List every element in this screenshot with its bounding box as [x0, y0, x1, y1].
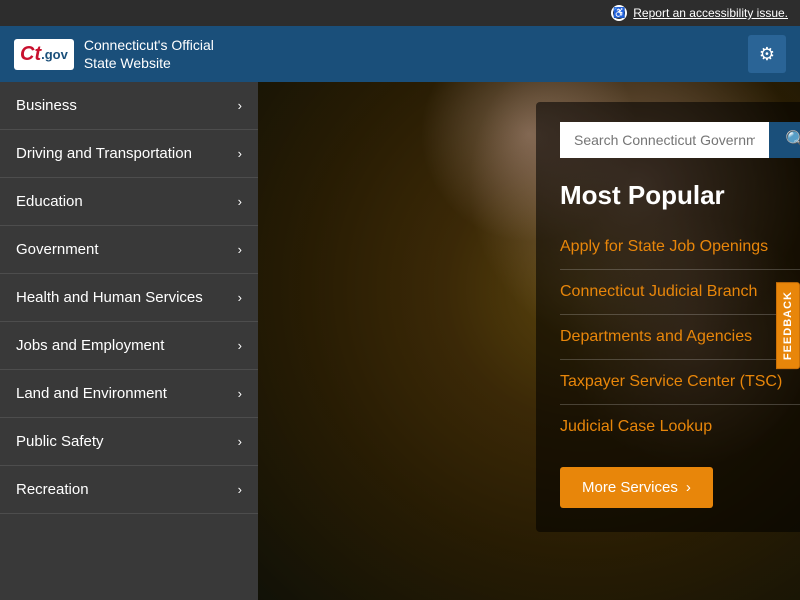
search-button[interactable]: 🔍	[769, 122, 800, 158]
ct-gov-logo[interactable]: Ct.gov	[14, 39, 74, 70]
chevron-right-icon: ›	[238, 98, 242, 113]
content-card: 🔍 Most Popular Apply for State Job Openi…	[536, 102, 800, 532]
site-header: Ct.gov Connecticut's Official State Webs…	[0, 26, 800, 82]
logo-ct-text: Ct	[20, 43, 41, 66]
sidebar-item-recreation[interactable]: Recreation ›	[0, 466, 258, 514]
popular-item-label: Connecticut Judicial Branch	[560, 283, 757, 301]
hero-background: 🔍 Most Popular Apply for State Job Openi…	[258, 82, 800, 600]
nav-item-label: Public Safety	[16, 432, 230, 452]
nav-item-label: Health and Human Services	[16, 288, 230, 308]
logo-gov-text: .gov	[41, 47, 68, 62]
sidebar-item-health[interactable]: Health and Human Services ›	[0, 274, 258, 322]
logo-area: Ct.gov Connecticut's Official State Webs…	[14, 36, 214, 72]
sidebar-item-business[interactable]: Business ›	[0, 82, 258, 130]
accessibility-bar: ♿ Report an accessibility issue.	[0, 0, 800, 26]
chevron-right-icon: ›	[238, 146, 242, 161]
popular-items-list: Apply for State Job Openings › Connectic…	[560, 225, 800, 449]
nav-item-label: Government	[16, 240, 230, 260]
accessibility-icon: ♿	[611, 5, 627, 21]
popular-item-label: Taxpayer Service Center (TSC)	[560, 373, 782, 391]
chevron-right-icon: ›	[238, 338, 242, 353]
right-panel: 🔍 Most Popular Apply for State Job Openi…	[258, 82, 800, 600]
nav-item-label: Education	[16, 192, 230, 212]
search-input[interactable]	[560, 122, 769, 158]
popular-item-taxpayer-link[interactable]: Taxpayer Service Center (TSC) ›	[560, 360, 800, 405]
accessibility-link[interactable]: Report an accessibility issue.	[633, 6, 788, 20]
search-row: 🔍	[560, 122, 800, 158]
popular-item-label: Judicial Case Lookup	[560, 418, 712, 436]
nav-item-label: Driving and Transportation	[16, 144, 230, 164]
popular-item-label: Apply for State Job Openings	[560, 238, 768, 256]
popular-item-judicial-link[interactable]: Connecticut Judicial Branch ›	[560, 270, 800, 315]
sidebar-item-government[interactable]: Government ›	[0, 226, 258, 274]
chevron-right-icon: ›	[238, 434, 242, 449]
nav-item-label: Jobs and Employment	[16, 336, 230, 356]
feedback-tab[interactable]: FEEDBACK	[776, 282, 800, 369]
sidebar-item-jobs[interactable]: Jobs and Employment ›	[0, 322, 258, 370]
most-popular-heading: Most Popular	[560, 180, 800, 211]
popular-item-jobs-link[interactable]: Apply for State Job Openings ›	[560, 225, 800, 270]
chevron-right-icon: ›	[238, 482, 242, 497]
settings-button[interactable]: ⚙	[748, 35, 786, 73]
gear-icon: ⚙	[759, 44, 775, 65]
sidebar-item-driving[interactable]: Driving and Transportation ›	[0, 130, 258, 178]
chevron-right-icon: ›	[238, 242, 242, 257]
popular-item-departments-link[interactable]: Departments and Agencies ›	[560, 315, 800, 360]
search-icon: 🔍	[785, 130, 800, 150]
feedback-wrapper[interactable]: FEEDBACK	[776, 282, 800, 369]
sidebar-item-land[interactable]: Land and Environment ›	[0, 370, 258, 418]
nav-item-label: Land and Environment	[16, 384, 230, 404]
main-content: Business › Driving and Transportation › …	[0, 82, 800, 600]
sidebar-item-education[interactable]: Education ›	[0, 178, 258, 226]
chevron-right-icon: ›	[238, 290, 242, 305]
navigation-sidebar: Business › Driving and Transportation › …	[0, 82, 258, 600]
chevron-right-icon: ›	[686, 479, 691, 496]
chevron-right-icon: ›	[238, 194, 242, 209]
nav-item-label: Business	[16, 96, 230, 116]
more-services-label: More Services	[582, 479, 678, 496]
nav-item-label: Recreation	[16, 480, 230, 500]
chevron-right-icon: ›	[238, 386, 242, 401]
site-title: Connecticut's Official State Website	[84, 36, 214, 72]
more-services-button[interactable]: More Services ›	[560, 467, 713, 508]
popular-item-judicial-case-link[interactable]: Judicial Case Lookup ›	[560, 405, 800, 449]
popular-item-label: Departments and Agencies	[560, 328, 752, 346]
sidebar-item-public-safety[interactable]: Public Safety ›	[0, 418, 258, 466]
